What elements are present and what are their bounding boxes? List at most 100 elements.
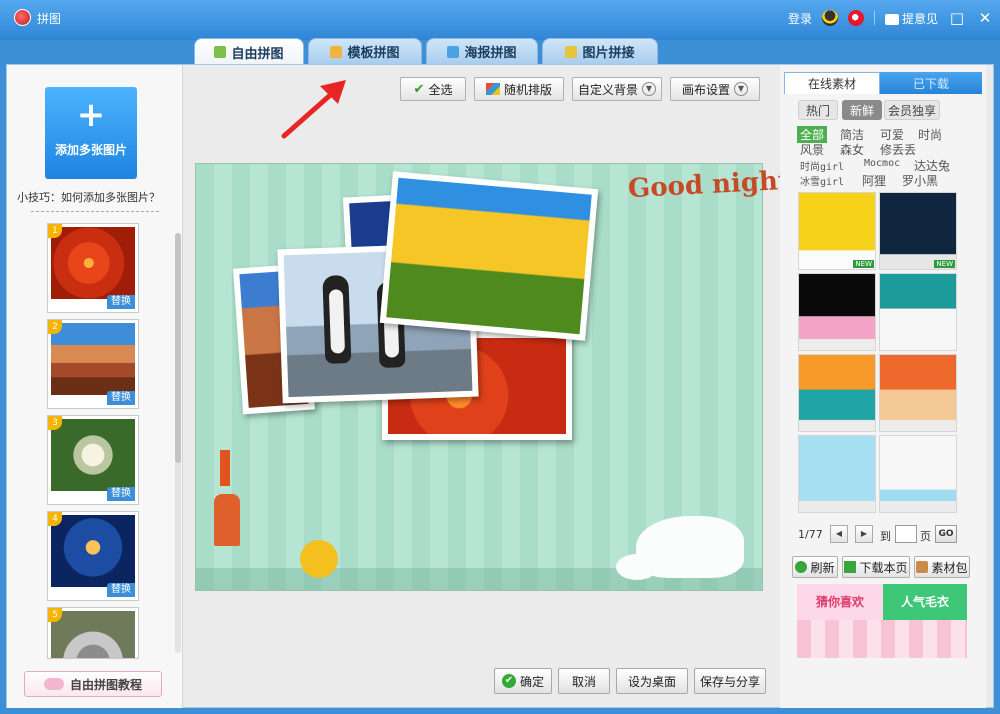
photo-tulips[interactable]	[379, 171, 599, 341]
promo-guess-you-like[interactable]: 猜你喜欢	[797, 584, 883, 620]
chevron-down-icon: ▼	[734, 82, 748, 96]
category-ali[interactable]: 阿狸	[862, 172, 886, 189]
tab-poster-collage[interactable]: 海报拼图	[426, 38, 538, 64]
tab-template-collage[interactable]: 模板拼图	[308, 38, 422, 64]
category-ice-girl[interactable]: 冰雪girl	[800, 173, 844, 188]
package-icon	[916, 561, 929, 573]
title-bar-actions: 登录 提意见 □ ✕	[788, 6, 994, 30]
page-indicator: 1/77	[798, 528, 823, 541]
tab-label: 自由拼图	[231, 46, 284, 62]
category-mocmoc[interactable]: Mocmoc	[864, 158, 900, 169]
subtab-new[interactable]: 新鲜	[842, 100, 882, 120]
category-xiudiudiu[interactable]: 修丢丢	[880, 141, 916, 158]
feedback-link[interactable]: 提意见	[884, 10, 938, 27]
category-forest-girl[interactable]: 森女	[840, 141, 864, 158]
set-desktop-button[interactable]: 设为桌面	[616, 668, 688, 694]
tutorial-label: 自由拼图教程	[69, 677, 142, 692]
canvas-settings-label: 画布设置	[681, 82, 730, 97]
thumbnail-scrollbar[interactable]	[175, 233, 181, 653]
collage-canvas[interactable]	[195, 163, 763, 591]
select-all-button[interactable]: ✔ 全选	[400, 77, 466, 101]
scrollbar-thumb[interactable]	[175, 233, 181, 463]
template-thumbnail[interactable]: NEW	[879, 192, 957, 270]
promo-banner[interactable]: 猜你喜欢 人气毛衣	[797, 584, 967, 658]
weibo-icon[interactable]	[847, 10, 864, 26]
category-fashion[interactable]: 时尚	[918, 126, 942, 143]
tab-image-stitch[interactable]: 图片拼接	[542, 38, 658, 64]
go-button[interactable]: GO	[935, 525, 957, 543]
thumbnail-image	[51, 515, 135, 587]
free-collage-icon	[214, 46, 227, 58]
template-thumbnail[interactable]	[879, 435, 957, 513]
thumbnail-image	[51, 323, 135, 395]
qq-icon[interactable]	[821, 10, 838, 26]
divider	[31, 211, 159, 212]
divider	[873, 11, 875, 25]
free-collage-tutorial-button[interactable]: 自由拼图教程	[24, 671, 162, 697]
template-thumbnail[interactable]	[798, 273, 876, 351]
tab-downloaded[interactable]: 已下载	[880, 72, 982, 94]
replace-button[interactable]: 替换	[107, 391, 135, 405]
canvas-settings-dropdown[interactable]: 画布设置 ▼	[670, 77, 760, 101]
promo-popular-sweater[interactable]: 人气毛衣	[883, 584, 967, 620]
close-button[interactable]: ✕	[976, 9, 994, 27]
photo-image	[386, 177, 592, 335]
polar-bear-head	[616, 554, 658, 580]
add-images-button[interactable]: + 添加多张图片	[45, 87, 137, 179]
category-fashion-girl[interactable]: 时尚girl	[800, 158, 844, 173]
check-icon: ✔	[413, 81, 425, 97]
left-panel: + 添加多张图片 小技巧：如何添加多张图片？ 1 替换 2 替换 3 替换 4 …	[7, 65, 183, 708]
feedback-icon	[884, 13, 899, 25]
random-icon	[485, 83, 500, 95]
asset-pack-button[interactable]: 素材包	[914, 556, 970, 578]
template-thumbnail[interactable]	[879, 273, 957, 351]
refresh-button[interactable]: 刷新	[792, 556, 838, 578]
subtab-vip[interactable]: 会员独享	[884, 100, 940, 120]
cancel-button[interactable]: 取消	[558, 668, 610, 694]
tab-online-assets[interactable]: 在线素材	[784, 72, 880, 94]
image-thumbnail[interactable]: 4 替换	[47, 511, 139, 601]
tip-link[interactable]: 小技巧：如何添加多张图片？	[17, 189, 160, 205]
replace-button[interactable]: 替换	[107, 487, 135, 501]
maximize-button[interactable]: □	[948, 9, 966, 27]
download-page-button[interactable]: 下载本页	[842, 556, 910, 578]
new-badge: NEW	[934, 260, 955, 268]
app-logo-icon	[14, 9, 31, 26]
image-stitch-icon	[565, 45, 578, 58]
prev-page-button[interactable]: ◀	[830, 525, 848, 543]
tab-label: 模板拼图	[347, 46, 400, 61]
feedback-label: 提意见	[901, 11, 938, 26]
plus-icon: +	[76, 95, 106, 135]
category-luo-xiaohei[interactable]: 罗小黑	[902, 172, 938, 189]
random-layout-label: 随机排版	[503, 82, 552, 97]
template-thumbnail[interactable]	[798, 354, 876, 432]
replace-button[interactable]: 替换	[107, 295, 135, 309]
character-hat	[220, 450, 230, 486]
template-thumbnail[interactable]	[879, 354, 957, 432]
tab-free-collage[interactable]: 自由拼图	[194, 38, 304, 65]
subtab-hot[interactable]: 热门	[798, 100, 838, 120]
template-thumbnail[interactable]: NEW	[798, 192, 876, 270]
random-layout-button[interactable]: 随机排版	[474, 77, 564, 101]
image-thumbnail[interactable]: 5	[47, 607, 139, 659]
yellow-ball	[300, 540, 338, 578]
download-icon	[844, 561, 857, 573]
thumbnail-image	[51, 611, 135, 658]
image-thumbnail[interactable]: 2 替换	[47, 319, 139, 409]
confirm-button[interactable]: ✔ 确定	[494, 668, 552, 694]
replace-button[interactable]: 替换	[107, 583, 135, 597]
template-thumbnail[interactable]	[798, 435, 876, 513]
login-link[interactable]: 登录	[788, 10, 812, 27]
save-share-button[interactable]: 保存与分享	[694, 668, 766, 694]
tab-label: 图片拼接	[582, 46, 635, 61]
poster-collage-icon	[447, 45, 460, 58]
character-figure	[214, 494, 240, 546]
custom-background-dropdown[interactable]: 自定义背景 ▼	[572, 77, 662, 101]
page-number-input[interactable]	[895, 525, 917, 543]
image-thumbnail[interactable]: 3 替换	[47, 415, 139, 505]
template-collage-icon	[330, 45, 343, 58]
confirm-label: 确定	[519, 674, 544, 689]
next-page-button[interactable]: ▶	[855, 525, 873, 543]
image-thumbnail[interactable]: 1 替换	[47, 223, 139, 313]
category-scenery[interactable]: 风景	[800, 141, 824, 158]
